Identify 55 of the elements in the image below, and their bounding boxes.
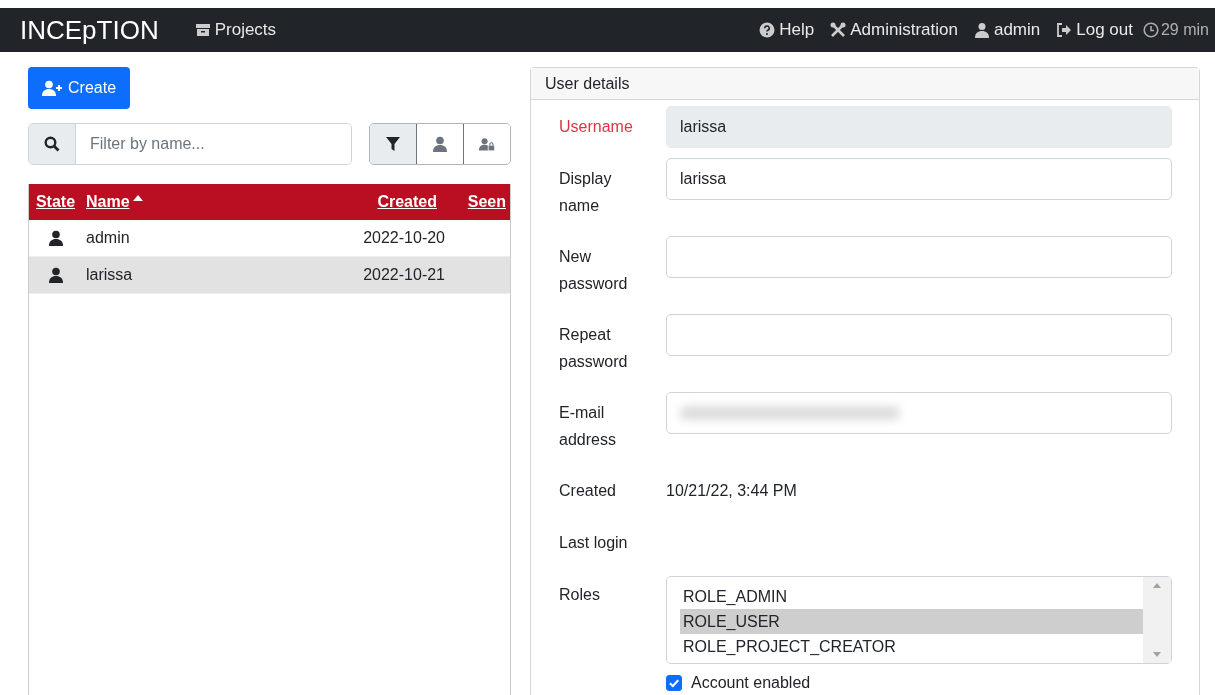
filter-field[interactable]: Filter by name... (28, 123, 352, 165)
filter-toggle[interactable] (463, 124, 510, 164)
field-label: Repeat password (559, 325, 629, 372)
column-header-link[interactable]: Name (86, 193, 130, 211)
tools-icon (830, 22, 847, 38)
archive-icon (194, 22, 211, 38)
field-label: E-mail address (559, 403, 617, 450)
add-user-icon (42, 80, 64, 96)
logout-icon (1056, 22, 1073, 38)
input-field[interactable]: larissa (666, 158, 1172, 200)
listbox-option[interactable]: ROLE_USER (680, 609, 1143, 634)
field-value: 10/21/22, 3:44 PM (666, 481, 797, 501)
user-icon (973, 22, 990, 38)
field-value: larissa (680, 170, 727, 188)
table-cell: larissa (86, 266, 133, 284)
checkbox[interactable] (666, 675, 682, 691)
field-value: larissa (680, 118, 727, 136)
field-label: New password (559, 247, 629, 294)
account-enabled-checkbox[interactable]: Account enabled (666, 674, 1172, 692)
locked-user-icon (479, 136, 495, 152)
session-timer: 29 min (1142, 21, 1209, 39)
filter-icon (385, 136, 401, 152)
column-header-link[interactable]: Seen (467, 193, 506, 211)
field-label: Username (559, 117, 634, 137)
nav-link[interactable]: Administration (830, 20, 958, 40)
nav-link[interactable]: Help (759, 20, 815, 40)
clock-icon (1142, 22, 1159, 38)
nav-link[interactable]: admin (973, 20, 1041, 40)
brand-logo[interactable]: INCEpTION (20, 14, 159, 46)
input-field[interactable] (666, 392, 1172, 434)
roles-listbox[interactable]: ROLE_ADMIN ROLE_USER ROLE_PROJECT_CREATOR (666, 576, 1172, 664)
table-cell: admin (86, 229, 130, 247)
user-icon (432, 136, 448, 152)
listbox-option[interactable]: ROLE_PROJECT_CREATOR (680, 634, 1143, 659)
column-header-link[interactable]: State (35, 193, 76, 211)
scrollbar[interactable] (1143, 577, 1171, 663)
field-label: Roles (559, 585, 601, 605)
field-label: Last login (559, 533, 629, 553)
help-icon (759, 22, 776, 38)
user-row[interactable]: larissa 2022-10-21 (29, 257, 510, 294)
create-button[interactable]: Create (28, 67, 131, 109)
table-cell: 2022-10-21 (363, 266, 445, 284)
scroll-down-arrow-icon[interactable] (1153, 652, 1161, 657)
listbox-option[interactable]: ROLE_ADMIN (680, 584, 1143, 609)
input-field[interactable] (666, 314, 1172, 356)
column-header-link[interactable]: Created (377, 193, 437, 211)
search-icon (44, 136, 60, 152)
nav-link[interactable]: Projects (194, 20, 277, 40)
field-label: Display name (559, 169, 613, 216)
scroll-up-arrow-icon[interactable] (1153, 583, 1161, 588)
table-cell: 2022-10-20 (363, 229, 445, 247)
field-label: Created (559, 481, 617, 501)
input-field[interactable] (666, 236, 1172, 278)
card-title: User details (545, 74, 630, 93)
nav-link[interactable]: Log out (1056, 20, 1133, 40)
